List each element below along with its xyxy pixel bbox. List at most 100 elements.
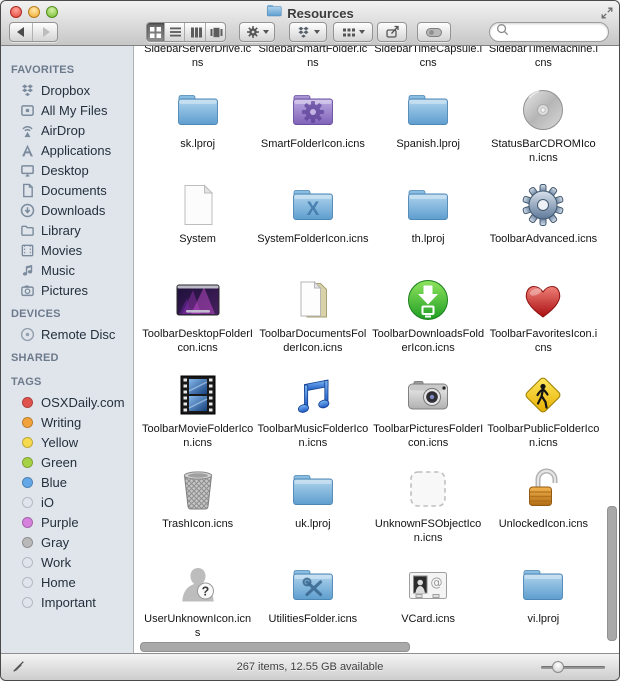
view-mode-segmented-control <box>146 22 226 42</box>
search-field[interactable] <box>489 22 609 42</box>
sidebar-item-osxdaily-com[interactable]: OSXDaily.com <box>1 392 133 412</box>
sidebar-item-green[interactable]: Green <box>1 452 133 472</box>
grid-item[interactable]: Spanish.lproj <box>371 86 486 181</box>
sidebar-item-important[interactable]: Important <box>1 592 133 612</box>
dropbox-icon <box>296 25 311 39</box>
slider-knob[interactable] <box>552 661 564 673</box>
sidebar-item-io[interactable]: iO <box>1 492 133 512</box>
sidebar-item-all-my-files[interactable]: All My Files <box>1 100 133 120</box>
forward-button[interactable] <box>36 23 58 41</box>
sidebar-item-label: Pictures <box>41 283 88 298</box>
sidebar-item-yellow[interactable]: Yellow <box>1 432 133 452</box>
sidebar-item-pictures[interactable]: Pictures <box>1 280 133 300</box>
sidebar-item-writing[interactable]: Writing <box>1 412 133 432</box>
zoom-button[interactable] <box>46 6 58 18</box>
main-area: FAVORITESDropboxAll My FilesAirDropAppli… <box>1 46 619 653</box>
sidebar-item-label: Purple <box>41 515 79 530</box>
share-button[interactable] <box>377 22 407 42</box>
sidebar-item-purple[interactable]: Purple <box>1 512 133 532</box>
action-menu-button[interactable] <box>239 22 275 42</box>
list-view-icon <box>169 26 182 39</box>
grid-item[interactable]: uk.lproj <box>255 466 370 561</box>
grid-item[interactable]: ToolbarMovieFolderIcon.icns <box>140 371 255 466</box>
sidebar-item-blue[interactable]: Blue <box>1 472 133 492</box>
grid-item-label: VCard.icns <box>401 613 455 627</box>
grid-item[interactable]: ?UserUnknownIcon.icns <box>140 561 255 653</box>
sidebar-item-label: Home <box>41 575 76 590</box>
airdrop-icon <box>19 122 35 138</box>
grid-item[interactable]: th.lproj <box>371 181 486 276</box>
tag-dot-icon <box>19 494 35 510</box>
horizontal-scrollbar[interactable] <box>140 642 410 652</box>
film-strip-icon <box>174 371 222 419</box>
sidebar-item-library[interactable]: Library <box>1 220 133 240</box>
arrange-menu-button[interactable] <box>333 22 373 42</box>
music-icon <box>19 262 35 278</box>
grid-item[interactable]: ToolbarAdvanced.icns <box>486 181 601 276</box>
titlebar[interactable]: Resources <box>1 1 619 21</box>
grid-item[interactable]: UtilitiesFolder.icns <box>255 561 370 653</box>
grid-item-label: UtilitiesFolder.icns <box>269 613 358 627</box>
list-view-button[interactable] <box>168 23 186 41</box>
grid-item[interactable]: StatusBarCDROMIcon.icns <box>486 86 601 181</box>
coverflow-view-button[interactable] <box>209 23 226 41</box>
grid-item[interactable]: System <box>140 181 255 276</box>
column-view-button[interactable] <box>188 23 206 41</box>
sidebar-item-gray[interactable]: Gray <box>1 532 133 552</box>
grid-item[interactable]: UnlockedIcon.icns <box>486 466 601 561</box>
minimize-button[interactable] <box>28 6 40 18</box>
grid-item[interactable]: UnknownFSObjectIcon.icns <box>371 466 486 561</box>
icon-view-button[interactable] <box>147 23 165 41</box>
tag-dot-icon <box>19 414 35 430</box>
grid-item-label: ToolbarDownloadsFolderIcon.icns <box>372 328 484 355</box>
back-button[interactable] <box>10 23 33 41</box>
sidebar-item-applications[interactable]: Applications <box>1 140 133 160</box>
close-button[interactable] <box>10 6 22 18</box>
downloads-icon <box>19 202 35 218</box>
icon-size-slider[interactable] <box>541 654 605 680</box>
tag-dot-icon <box>19 514 35 530</box>
sidebar-item-movies[interactable]: Movies <box>1 240 133 260</box>
icon-view-icon <box>149 26 162 39</box>
grid-item[interactable]: ToolbarDocumentsFolderIcon.icns <box>255 276 370 371</box>
sidebar-item-airdrop[interactable]: AirDrop <box>1 120 133 140</box>
file-browser-content: SidebarServerDrive.icnsSidebarSmartFolde… <box>134 46 619 653</box>
grid-item[interactable]: ToolbarMusicFolderIcon.icns <box>255 371 370 466</box>
grid-item[interactable]: sk.lproj <box>140 86 255 181</box>
sidebar-item-downloads[interactable]: Downloads <box>1 200 133 220</box>
grid-item[interactable]: SmartFolderIcon.icns <box>255 86 370 181</box>
grid-item[interactable]: ToolbarDownloadsFolderIcon.icns <box>371 276 486 371</box>
grid-item[interactable]: SidebarSmartFolder.icns <box>255 46 370 86</box>
sidebar-item-dropbox[interactable]: Dropbox <box>1 80 133 100</box>
sidebar-item-remote-disc[interactable]: Remote Disc <box>1 324 133 344</box>
search-input[interactable] <box>512 24 602 40</box>
sidebar-item-label: Library <box>41 223 81 238</box>
sidebar-item-home[interactable]: Home <box>1 572 133 592</box>
camera-icon <box>404 371 452 419</box>
sidebar-item-label: All My Files <box>41 103 107 118</box>
remote-disc-icon <box>19 326 35 342</box>
grid-item[interactable]: ToolbarFavoritesIcon.icns <box>486 276 601 371</box>
grid-item[interactable]: SidebarTimeCapsule.icns <box>371 46 486 86</box>
grid-item[interactable]: TrashIcon.icns <box>140 466 255 561</box>
sidebar-item-desktop[interactable]: Desktop <box>1 160 133 180</box>
tags-button[interactable] <box>417 22 451 42</box>
dropbox-menu-button[interactable] <box>289 22 327 42</box>
grid-item[interactable]: ToolbarPublicFolderIcon.icns <box>486 371 601 466</box>
grid-item[interactable]: SidebarServerDrive.icns <box>140 46 255 86</box>
grid-item[interactable]: XSystemFolderIcon.icns <box>255 181 370 276</box>
sidebar-item-label: Dropbox <box>41 83 90 98</box>
grid-item[interactable]: @VCard.icns <box>371 561 486 653</box>
grid-item[interactable]: ToolbarDesktopFolderIcon.icns <box>140 276 255 371</box>
sidebar-item-music[interactable]: Music <box>1 260 133 280</box>
sidebar-item-documents[interactable]: Documents <box>1 180 133 200</box>
grid-item[interactable]: SidebarTimeMachine.icns <box>486 46 601 86</box>
nav-buttons <box>9 22 58 42</box>
sidebar-item-work[interactable]: Work <box>1 552 133 572</box>
tag-dot-icon <box>19 394 35 410</box>
vertical-scrollbar[interactable] <box>607 506 617 641</box>
utilities-folder-icon <box>289 561 337 609</box>
smart-folder-icon <box>289 86 337 134</box>
grid-item[interactable]: vi.lproj <box>486 561 601 653</box>
grid-item[interactable]: ToolbarPicturesFolderIcon.icns <box>371 371 486 466</box>
